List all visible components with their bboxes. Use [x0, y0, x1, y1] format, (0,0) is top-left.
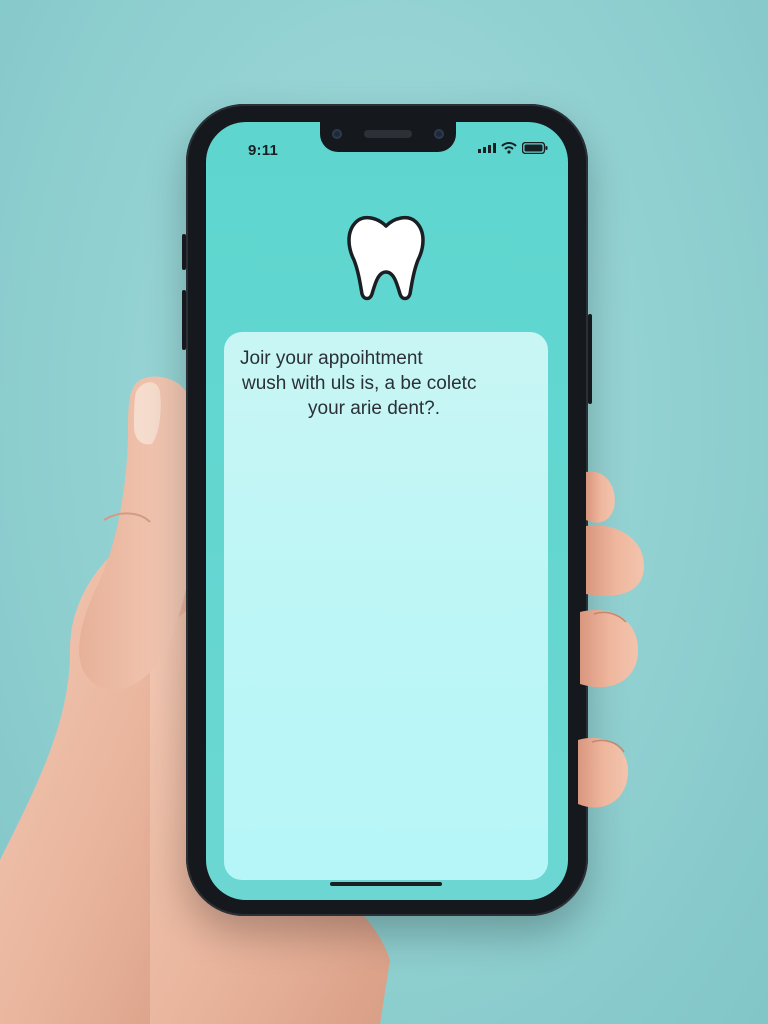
home-indicator[interactable]: [330, 882, 442, 886]
message-card[interactable]: Joir your appoihtment wush with uls is, …: [224, 332, 548, 880]
wifi-icon: [501, 142, 517, 154]
battery-icon: [522, 142, 548, 154]
scene: 9:11 Joir your appoihtment wush with uls…: [0, 0, 768, 1024]
power-button: [588, 314, 592, 404]
phone-screen: 9:11 Joir your appoihtment wush with uls…: [206, 122, 568, 900]
signal-icon: [478, 143, 496, 153]
volume-up-button: [182, 234, 186, 270]
phone-device: 9:11 Joir your appoihtment wush with uls…: [182, 104, 592, 916]
speaker-grille: [364, 130, 412, 138]
sensor-icon: [434, 129, 444, 139]
message-line: wush with uls is, a be coletc: [242, 373, 477, 394]
camera-icon: [332, 129, 342, 139]
volume-down-button: [182, 290, 186, 350]
message-text: Joir your appoihtment wush with uls is, …: [240, 346, 540, 421]
status-time: 9:11: [248, 142, 278, 159]
status-icons: [478, 142, 548, 154]
tooth-icon: [344, 212, 428, 304]
notch: [320, 122, 456, 152]
message-line: Joir your appoihtment: [240, 348, 423, 369]
message-line: your arie dent?.: [308, 398, 441, 419]
